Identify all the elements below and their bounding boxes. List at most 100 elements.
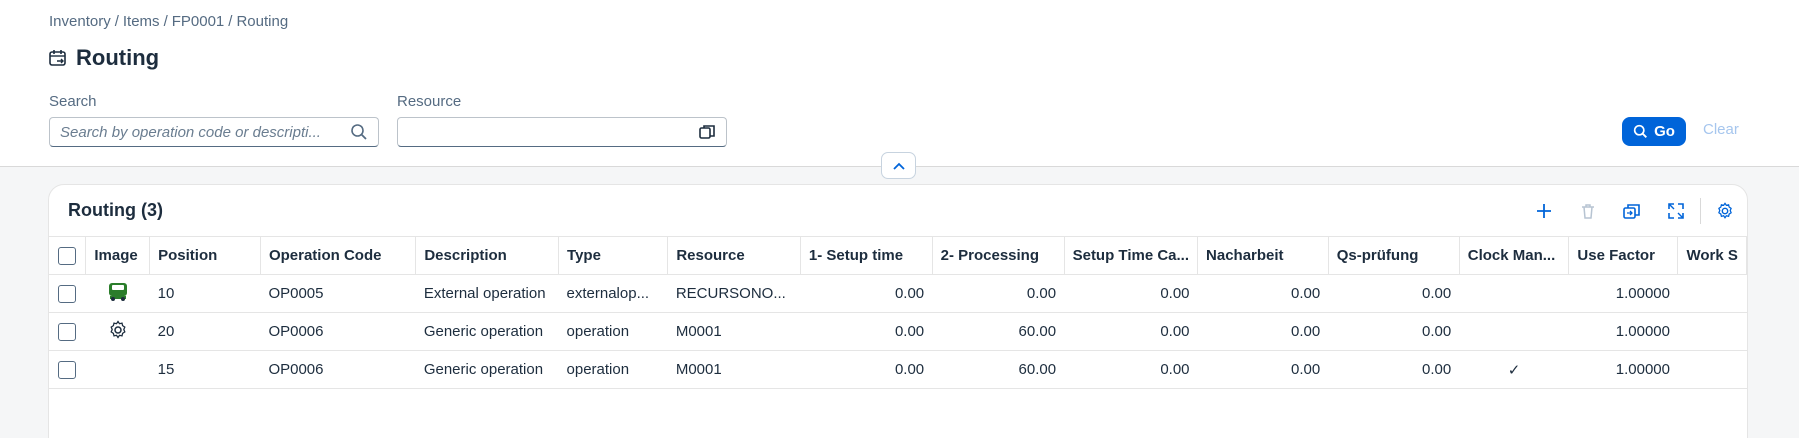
position-cell: 10 [149, 274, 261, 313]
table-header-row: Image Position Operation Code Descriptio… [49, 236, 1747, 275]
search-placeholder: Search by operation code or descripti... [60, 123, 321, 141]
setup-time-ca-cell: 0.00 [1064, 312, 1198, 351]
table-row[interactable]: 10 OP0005 External operation externalop.… [49, 274, 1747, 313]
nacharbeit-cell: 0.00 [1197, 274, 1329, 313]
routing-table: Image Position Operation Code Descriptio… [49, 236, 1747, 389]
use-factor-cell: 1.00000 [1568, 312, 1678, 351]
column-header-use-factor[interactable]: Use Factor [1568, 236, 1679, 275]
resource-cell: M0001 [667, 312, 801, 351]
copy-icon [1623, 204, 1640, 219]
clock-man-cell [1459, 312, 1569, 351]
setup-time-ca-cell: 0.00 [1064, 274, 1198, 313]
row-checkbox[interactable] [58, 360, 77, 379]
type-cell: externalop... [558, 274, 668, 313]
row-checkbox[interactable] [58, 284, 77, 303]
breadcrumb-item-fp0001[interactable]: FP0001 [172, 13, 225, 30]
fullscreen-button[interactable] [1654, 195, 1698, 227]
search-icon[interactable] [350, 123, 368, 141]
column-header-nacharbeit[interactable]: Nacharbeit [1197, 236, 1329, 275]
setup-time-ca-cell: 0.00 [1064, 350, 1198, 389]
column-header-type[interactable]: Type [558, 236, 669, 275]
table-row[interactable]: 15 OP0006 Generic operation operation M0… [49, 350, 1747, 389]
description-cell: External operation [415, 274, 559, 313]
table-title: Routing (3) [68, 200, 163, 220]
type-cell: operation [558, 350, 668, 389]
nacharbeit-cell: 0.00 [1197, 350, 1329, 389]
page-title: Routing [76, 45, 160, 70]
column-header-processing[interactable]: 2- Processing [932, 236, 1065, 275]
table-toolbar [1522, 195, 1747, 227]
column-header-clock-man[interactable]: Clock Man... [1459, 236, 1570, 275]
qs-pruefung-cell: 0.00 [1328, 274, 1460, 313]
clock-man-cell: ✓ [1459, 350, 1569, 389]
clear-button[interactable]: Clear [1703, 121, 1739, 138]
image-cell [85, 312, 150, 351]
breadcrumb-item-items[interactable]: Items [123, 13, 160, 30]
copy-button[interactable] [1610, 195, 1654, 227]
clock-man-cell [1459, 274, 1569, 313]
search-icon [1633, 124, 1648, 138]
go-button-label: Go [1654, 123, 1675, 140]
select-all-cell [49, 236, 87, 275]
processing-cell: 60.00 [932, 312, 1065, 351]
page-header: Inventory / Items / FP0001/Routing Routing S… [0, 0, 1799, 167]
go-button[interactable]: Go [1622, 117, 1686, 146]
gear-icon [1718, 202, 1732, 219]
setup-time-cell: 0.00 [800, 312, 933, 351]
description-cell: Generic operation [415, 312, 559, 351]
collapse-header-button[interactable] [881, 152, 916, 179]
work-s-cell [1677, 312, 1747, 351]
qs-pruefung-cell: 0.00 [1328, 312, 1460, 351]
use-factor-cell: 1.00000 [1568, 274, 1678, 313]
table-row[interactable]: 20 OP0006 Generic operation operation M0… [49, 312, 1747, 351]
column-header-work-s[interactable]: Work S [1677, 236, 1747, 275]
column-header-setup-time-ca[interactable]: Setup Time Ca... [1064, 236, 1199, 275]
toolbar-separator [1700, 198, 1701, 224]
truck-icon [108, 282, 127, 301]
table-settings-button[interactable] [1703, 195, 1747, 227]
setup-time-cell: 0.00 [800, 274, 933, 313]
select-all-checkbox[interactable] [58, 246, 77, 265]
fullscreen-icon [1668, 203, 1684, 219]
column-header-qs-pruefung[interactable]: Qs-prüfung [1328, 236, 1460, 275]
add-button[interactable] [1522, 195, 1566, 227]
resource-cell: RECURSONO... [667, 274, 801, 313]
resource-cell: M0001 [667, 350, 801, 389]
processing-cell: 0.00 [932, 274, 1065, 313]
gear-icon [110, 319, 126, 339]
breadcrumb-item-inventory[interactable]: Inventory [49, 13, 111, 30]
search-input[interactable]: Search by operation code or descripti... [49, 117, 379, 147]
value-help-icon[interactable] [698, 123, 716, 141]
column-header-description[interactable]: Description [415, 236, 560, 275]
use-factor-cell: 1.00000 [1568, 350, 1678, 389]
work-s-cell [1677, 350, 1747, 389]
resource-input[interactable] [397, 117, 727, 147]
processing-cell: 60.00 [932, 350, 1065, 389]
description-cell: Generic operation [415, 350, 559, 389]
row-checkbox[interactable] [58, 322, 77, 341]
work-s-cell [1677, 274, 1747, 313]
operation-code-cell: OP0006 [260, 350, 416, 389]
breadcrumb-item-routing: Routing [236, 13, 289, 30]
position-cell: 20 [149, 312, 261, 351]
calendar-routing-icon [49, 50, 66, 66]
position-cell: 15 [149, 350, 261, 389]
title-row: Routing [48, 45, 159, 71]
search-label: Search [49, 93, 97, 110]
setup-time-cell: 0.00 [800, 350, 933, 389]
qs-pruefung-cell: 0.00 [1328, 350, 1460, 389]
column-header-position[interactable]: Position [149, 236, 261, 275]
routing-table-card: Routing (3) Image Position Operation Cod… [48, 184, 1748, 438]
delete-button[interactable] [1566, 195, 1610, 227]
column-header-image[interactable]: Image [85, 236, 151, 275]
add-icon [1537, 204, 1551, 218]
operation-code-cell: OP0005 [260, 274, 416, 313]
operation-code-cell: OP0006 [260, 312, 416, 351]
nacharbeit-cell: 0.00 [1197, 312, 1329, 351]
column-header-operation-code[interactable]: Operation Code [260, 236, 417, 275]
column-header-resource[interactable]: Resource [667, 236, 801, 275]
breadcrumb: Inventory / Items / FP0001/Routing [49, 13, 289, 30]
chevron-up-icon [892, 162, 905, 170]
column-header-setup-time[interactable]: 1- Setup time [800, 236, 933, 275]
trash-icon [1582, 204, 1594, 219]
